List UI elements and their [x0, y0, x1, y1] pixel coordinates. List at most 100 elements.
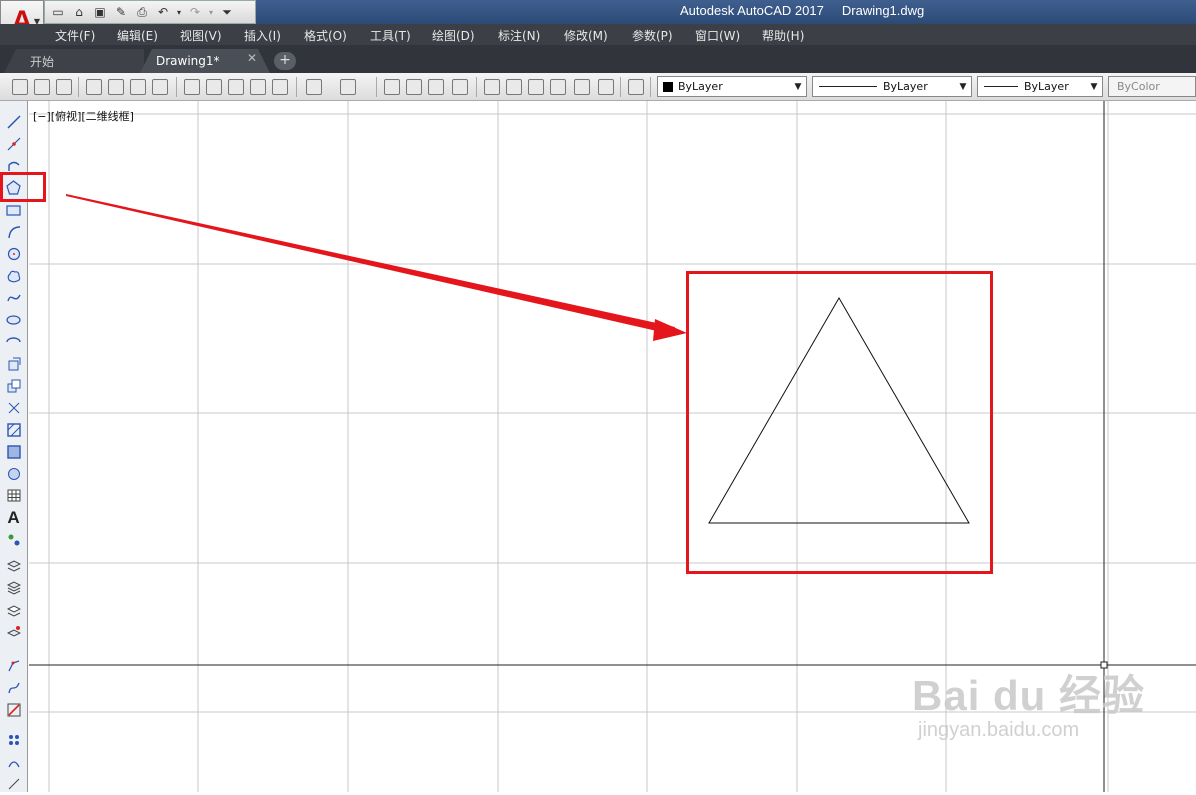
- color-swatch: [663, 81, 673, 92]
- save-icon[interactable]: ▣: [91, 4, 109, 20]
- zoom-previous-icon[interactable]: [452, 79, 468, 95]
- open-icon[interactable]: [34, 79, 50, 95]
- paste-icon[interactable]: [228, 79, 244, 95]
- linetype-preview: [819, 86, 877, 87]
- spline-tool-icon[interactable]: [5, 289, 22, 306]
- plot-preview-icon[interactable]: [108, 79, 124, 95]
- menu-edit[interactable]: 编辑(E): [117, 27, 158, 44]
- toolbar-separator: [620, 77, 621, 97]
- customize-dropdown-icon[interactable]: ⏷: [218, 4, 236, 20]
- tool-palettes-icon[interactable]: [528, 79, 544, 95]
- tab-start[interactable]: 开始: [4, 49, 144, 73]
- zoom-window-icon[interactable]: [428, 79, 444, 95]
- plotstyle-control-value: ByColor: [1117, 80, 1160, 93]
- menu-dimension[interactable]: 标注(N): [498, 27, 540, 44]
- match-properties-icon[interactable]: [250, 79, 266, 95]
- copy-icon[interactable]: [206, 79, 222, 95]
- menu-modify[interactable]: 修改(M): [564, 27, 608, 44]
- edit-array-icon[interactable]: [5, 731, 22, 748]
- layer-walk-icon[interactable]: [5, 601, 22, 618]
- arc-tool-icon[interactable]: [5, 223, 22, 240]
- edit-hatch-icon[interactable]: [5, 701, 22, 718]
- lineweight-control[interactable]: ByLayer ▼: [977, 76, 1103, 97]
- gradient-tool-icon[interactable]: [5, 443, 22, 460]
- tab-start-label: 开始: [30, 54, 55, 69]
- plotstyle-control[interactable]: ByColor: [1108, 76, 1196, 97]
- menu-bar: 文件(F) 编辑(E) 视图(V) 插入(I) 格式(O) 工具(T) 绘图(D…: [0, 24, 1196, 45]
- menu-format[interactable]: 格式(O): [304, 27, 347, 44]
- viewport-controls-label[interactable]: [−][俯视][二维线框]: [33, 108, 134, 124]
- redo-icon[interactable]: ↷: [186, 4, 204, 20]
- triangle-highlight: [686, 271, 993, 574]
- menu-help[interactable]: 帮助(H): [762, 27, 804, 44]
- cut-icon[interactable]: [184, 79, 200, 95]
- region-tool-icon[interactable]: [5, 465, 22, 482]
- chevron-down-icon[interactable]: ▼: [957, 77, 969, 96]
- make-block-icon[interactable]: [5, 377, 22, 394]
- edit-text-icon[interactable]: [5, 775, 22, 792]
- properties-icon[interactable]: [484, 79, 500, 95]
- linetype-control[interactable]: ByLayer ▼: [812, 76, 972, 97]
- redo-dropdown-icon[interactable]: ▾: [207, 4, 215, 20]
- calculator-icon[interactable]: [598, 79, 614, 95]
- toolbar-separator: [650, 77, 651, 97]
- file-tab-bar: 开始 Drawing1*: [0, 45, 1196, 73]
- edit-spline-icon[interactable]: [5, 679, 22, 696]
- table-tool-icon[interactable]: [5, 487, 22, 504]
- hatch-tool-icon[interactable]: [5, 421, 22, 438]
- redo-icon[interactable]: [340, 79, 356, 95]
- markup-icon[interactable]: [574, 79, 590, 95]
- publish-icon[interactable]: [130, 79, 146, 95]
- 3d-print-icon[interactable]: [152, 79, 168, 95]
- add-selected-icon[interactable]: [5, 531, 22, 548]
- watermark-main: Bai du 经验: [912, 672, 1146, 719]
- edit-polyline-icon[interactable]: [5, 657, 22, 674]
- draw-toolbar: A: [0, 101, 28, 792]
- layer-properties-icon[interactable]: [5, 557, 22, 574]
- rectangle-tool-icon[interactable]: [5, 201, 22, 218]
- menu-window[interactable]: 窗口(W): [695, 27, 740, 44]
- ellipse-tool-icon[interactable]: [5, 311, 22, 328]
- save-as-icon[interactable]: ✎: [112, 4, 130, 20]
- revision-cloud-icon[interactable]: [5, 267, 22, 284]
- construction-line-icon[interactable]: [5, 135, 22, 152]
- toolbar-separator: [296, 77, 297, 97]
- menu-draw[interactable]: 绘图(D): [432, 27, 475, 44]
- design-center-icon[interactable]: [506, 79, 522, 95]
- menu-view[interactable]: 视图(V): [180, 27, 222, 44]
- insert-block-icon[interactable]: [5, 355, 22, 372]
- print-icon[interactable]: ⎙: [133, 4, 151, 20]
- save-icon[interactable]: [56, 79, 72, 95]
- open-folder-icon[interactable]: ⌂: [70, 4, 88, 20]
- color-control[interactable]: ByLayer ▼: [657, 76, 807, 97]
- undo-icon[interactable]: ↶: [154, 4, 172, 20]
- edit-attribute-icon[interactable]: [5, 753, 22, 770]
- new-tab-button[interactable]: +: [274, 52, 296, 70]
- close-tab-icon[interactable]: ✕: [247, 51, 257, 65]
- zoom-realtime-icon[interactable]: [406, 79, 422, 95]
- multiline-text-icon[interactable]: A: [5, 508, 22, 527]
- menu-insert[interactable]: 插入(I): [244, 27, 281, 44]
- pan-icon[interactable]: [384, 79, 400, 95]
- plot-icon[interactable]: [86, 79, 102, 95]
- menu-tools[interactable]: 工具(T): [370, 27, 411, 44]
- menu-file[interactable]: 文件(F): [55, 27, 95, 44]
- layer-states-icon[interactable]: [5, 579, 22, 596]
- point-tool-icon[interactable]: [5, 399, 22, 416]
- block-editor-icon[interactable]: [272, 79, 288, 95]
- lineweight-control-value: ByLayer: [1024, 80, 1069, 93]
- line-tool-icon[interactable]: [5, 113, 22, 130]
- help-icon[interactable]: [628, 79, 644, 95]
- chevron-down-icon[interactable]: ▼: [792, 77, 804, 96]
- ellipse-arc-tool-icon[interactable]: [5, 333, 22, 350]
- sheet-set-icon[interactable]: [550, 79, 566, 95]
- menu-parametric[interactable]: 参数(P): [632, 27, 673, 44]
- new-file-icon[interactable]: ▭: [49, 4, 67, 20]
- new-icon[interactable]: [12, 79, 28, 95]
- undo-icon[interactable]: [306, 79, 322, 95]
- tab-drawing1-label: Drawing1*: [156, 54, 220, 68]
- circle-tool-icon[interactable]: [5, 245, 22, 262]
- undo-dropdown-icon[interactable]: ▾: [175, 4, 183, 20]
- layer-isolate-icon[interactable]: [5, 623, 22, 640]
- chevron-down-icon[interactable]: ▼: [1088, 77, 1100, 96]
